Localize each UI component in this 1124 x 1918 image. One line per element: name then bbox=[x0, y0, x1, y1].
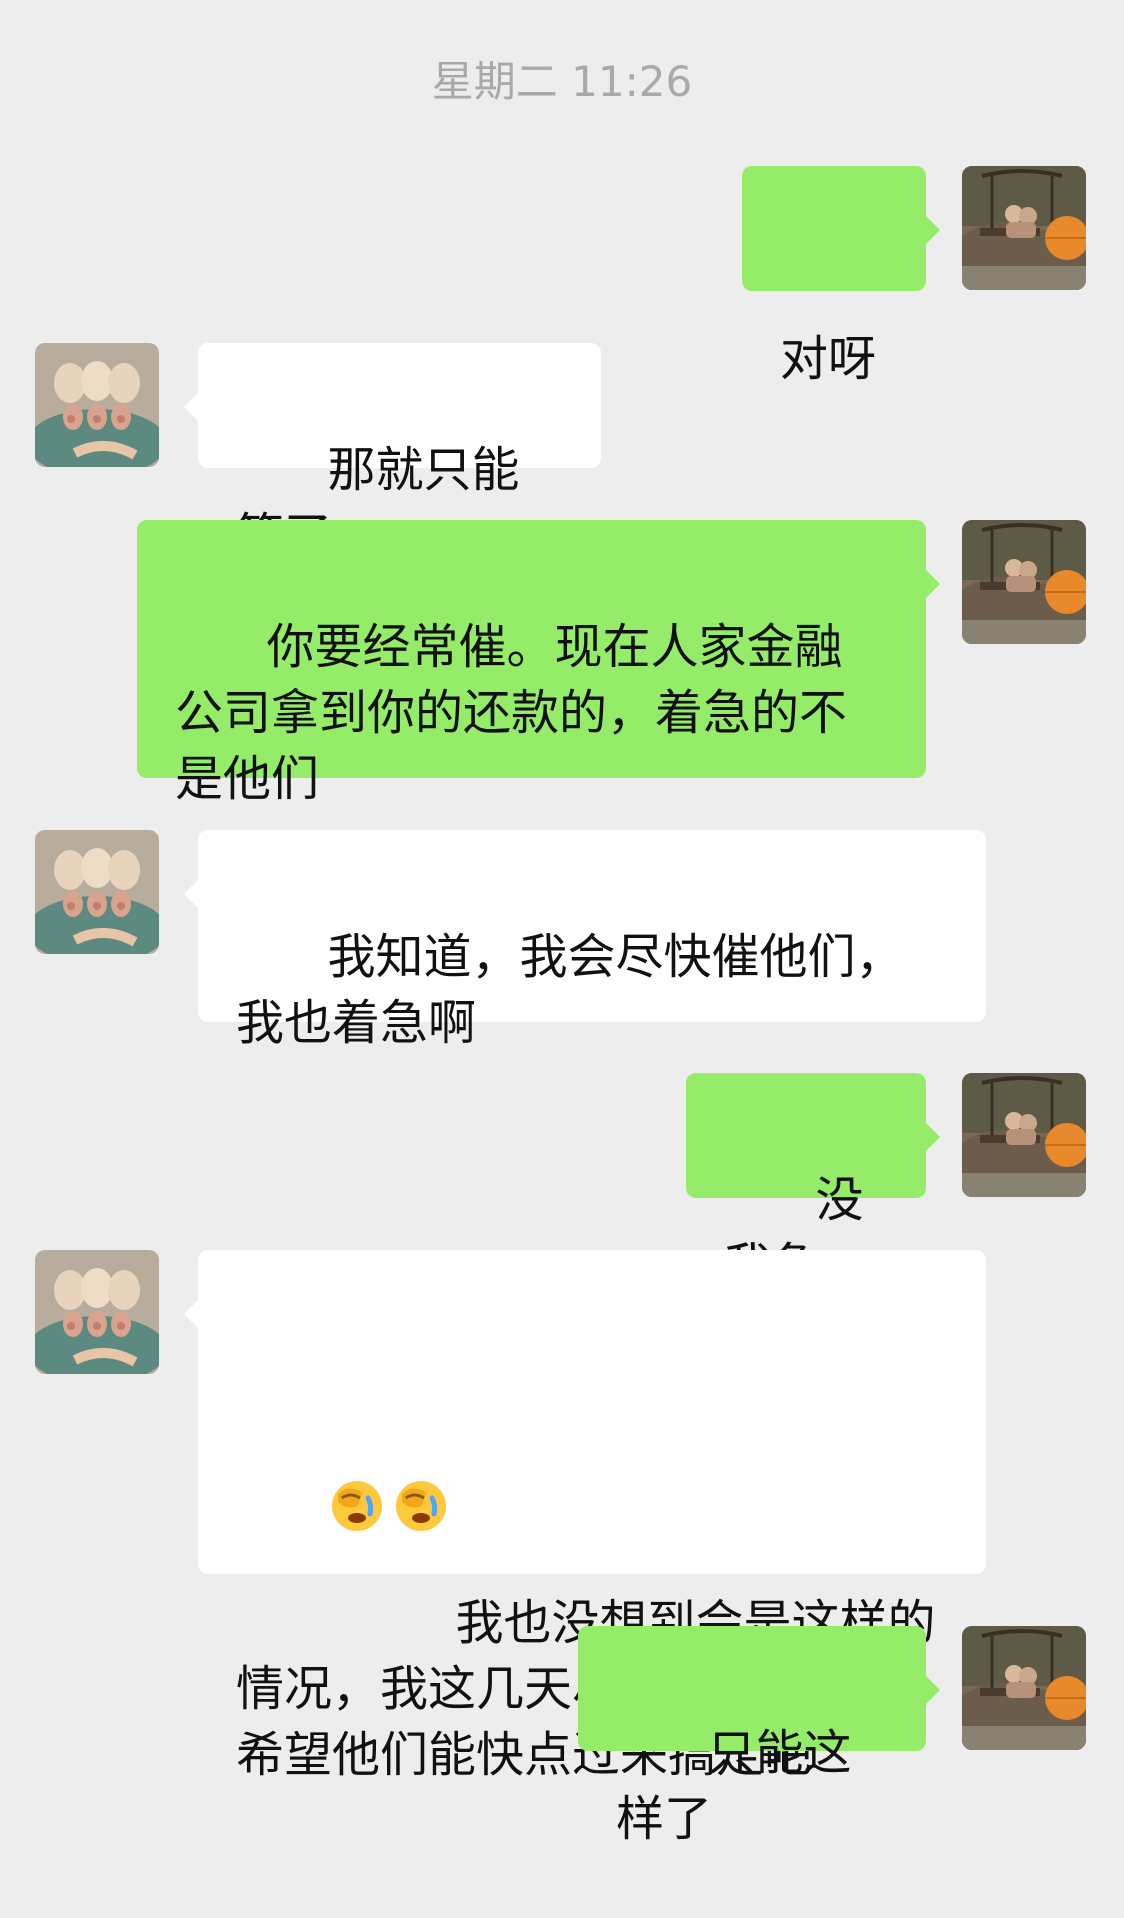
message-text: 对呀 bbox=[780, 331, 877, 387]
contact-avatar[interactable] bbox=[35, 830, 159, 954]
chat-timestamp: 星期二 11:26 bbox=[431, 57, 693, 106]
message-bubble-incoming[interactable]: 那就只能等了 bbox=[184, 343, 601, 564]
my-avatar[interactable] bbox=[962, 1073, 1086, 1197]
contact-avatar[interactable] bbox=[35, 343, 159, 467]
photo-avatar-kittens-icon bbox=[35, 830, 159, 954]
facepalm-emoji-icon bbox=[328, 1344, 386, 1531]
message-bubble-outgoing[interactable]: 没我急 bbox=[686, 1073, 940, 1294]
photo-avatar-swing-icon bbox=[962, 166, 1086, 290]
photo-avatar-swing-icon bbox=[962, 1626, 1086, 1750]
photo-avatar-kittens-icon bbox=[35, 343, 159, 467]
message-bubble-outgoing[interactable]: 只能这样了 bbox=[578, 1626, 940, 1847]
my-avatar[interactable] bbox=[962, 1626, 1086, 1750]
message-text: 你要经常催。现在人家金融公司拿到你的还款的，着急的不是他们 bbox=[175, 619, 848, 807]
message-bubble-outgoing[interactable]: 对呀 bbox=[742, 166, 940, 387]
facepalm-emoji-icon bbox=[392, 1344, 450, 1531]
message-bubble-incoming[interactable]: 我知道，我会尽快催他们，我也着急啊 bbox=[184, 830, 986, 1051]
message-bubble-incoming[interactable]: 我也没想到会是这样的情况，我这几天尽量催他们了，希望他们能快点过来搞定吧 bbox=[184, 1250, 986, 1783]
my-avatar[interactable] bbox=[962, 166, 1086, 290]
contact-avatar[interactable] bbox=[35, 1250, 159, 1374]
photo-avatar-swing-icon bbox=[962, 520, 1086, 644]
my-avatar[interactable] bbox=[962, 520, 1086, 644]
message-text: 我知道，我会尽快催他们，我也着急啊 bbox=[236, 929, 904, 1051]
message-bubble-outgoing[interactable]: 你要经常催。现在人家金融公司拿到你的还款的，着急的不是他们 bbox=[137, 520, 940, 807]
photo-avatar-kittens-icon bbox=[35, 1250, 159, 1374]
photo-avatar-swing-icon bbox=[962, 1073, 1086, 1197]
